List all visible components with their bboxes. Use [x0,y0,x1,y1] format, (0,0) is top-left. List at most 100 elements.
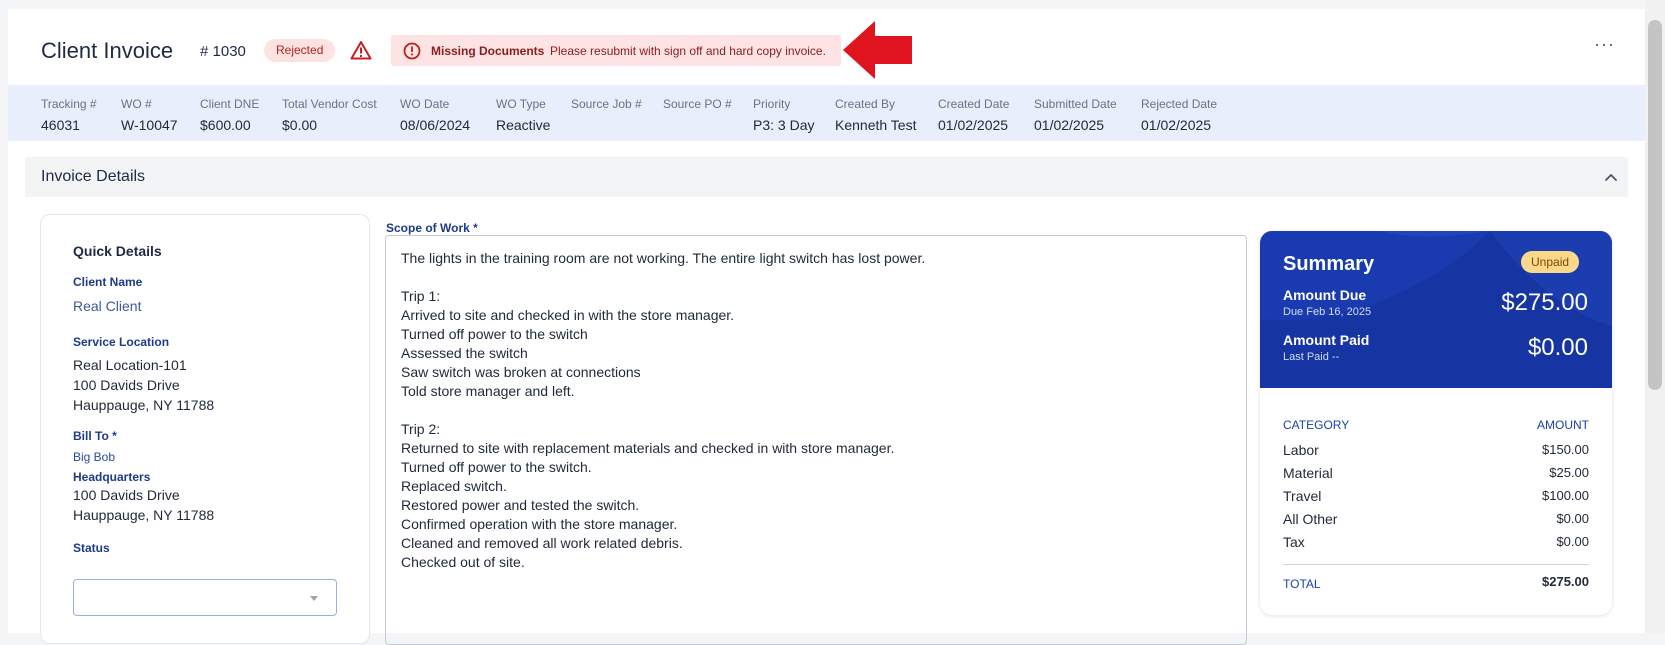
row-category: Travel [1283,488,1322,504]
summary-row: Travel $100.00 [1283,488,1589,504]
chevron-up-icon[interactable] [1603,169,1619,185]
bill-to-name-link[interactable]: Big Bob [73,450,115,464]
row-category: All Other [1283,511,1338,527]
quick-details-card: Quick Details Client Name Real Client Se… [40,214,370,644]
field-label: WO Date [400,97,450,111]
scope-line: Returned to site with replacement materi… [401,440,895,456]
service-location-label: Service Location [73,335,170,349]
page-title: Client Invoice [41,38,174,63]
scrollbar-thumb[interactable] [1648,20,1662,390]
caret-down-icon [310,596,318,601]
invoice-number: # 1030 [200,43,246,60]
scope-line: Turned off power to the switch. [401,459,592,475]
status-label: Status [73,541,110,555]
summary-card: Summary Unpaid Amount Due Due Feb 16, 20… [1260,231,1612,615]
field-value: $600.00 [200,117,251,133]
field-label: Source PO # [663,97,732,111]
amount-due-value: $275.00 [1501,289,1588,316]
service-location-line: Real Location-101 [73,357,187,373]
status-badge: Rejected [264,39,336,62]
field-label: Client DNE [200,97,260,111]
field-wo-type: WO Type Reactive [496,97,550,133]
scope-of-work-label: Scope of Work * [386,221,478,235]
row-category: Material [1283,465,1333,481]
amount-paid-label: Amount Paid [1283,332,1370,348]
due-date: Due Feb 16, 2025 [1283,306,1372,318]
row-amount: $100.00 [1542,488,1589,503]
field-label: Priority [753,97,791,111]
field-tracking: Tracking # 46031 [41,97,97,133]
field-label: WO # [121,97,152,111]
scope-line: Restored power and tested the switch. [401,497,640,513]
summary-header: Summary Unpaid Amount Due Due Feb 16, 20… [1260,231,1612,388]
field-created-by: Created By Kenneth Test [835,97,916,133]
scope-line: Saw switch was broken at connections [401,364,641,380]
client-name-link[interactable]: Real Client [73,298,141,314]
field-total-vendor-cost: Total Vendor Cost $0.00 [282,97,377,133]
field-priority: Priority P3: 3 Day [753,97,814,133]
field-label: Tracking # [41,97,97,111]
status-select[interactable] [73,579,337,616]
scope-line: Told store manager and left. [401,383,575,399]
category-header: CATEGORY [1283,418,1350,432]
field-value: Reactive [496,117,551,133]
summary-title: Summary [1283,253,1375,275]
summary-row: Material $25.00 [1283,465,1589,481]
amount-header: AMOUNT [1537,418,1589,432]
payment-status-badge: Unpaid [1521,251,1580,273]
scope-line: Confirmed operation with the store manag… [401,516,678,532]
amount-due-label: Amount Due [1283,287,1367,303]
field-source-po: Source PO # [663,97,732,117]
bill-to-address-line: 100 Davids Drive [73,487,180,503]
field-source-job: Source Job # [571,97,642,117]
scope-line: Turned off power to the switch [401,326,588,342]
quick-details-title: Quick Details [73,243,162,259]
row-category: Labor [1283,442,1319,458]
field-client-dne: Client DNE $600.00 [200,97,259,133]
invoice-header: Client Invoice # 1030 Rejected Missing D… [8,9,1645,85]
row-amount: $0.00 [1556,511,1589,526]
summary-row: Tax $0.00 [1283,534,1589,550]
invoice-page: Client Invoice # 1030 Rejected Missing D… [8,9,1645,645]
field-value: W-10047 [121,117,178,133]
scope-line: Cleaned and removed all work related deb… [401,535,683,551]
service-location-line: 100 Davids Drive [73,377,180,393]
row-amount: $0.00 [1556,534,1589,549]
field-label: Total Vendor Cost [282,97,377,111]
field-label: Submitted Date [1034,97,1117,111]
summary-row: Labor $150.00 [1283,442,1589,458]
field-wo-number: WO # W-10047 [121,97,178,133]
field-rejected-date: Rejected Date 01/02/2025 [1141,97,1217,133]
field-label: Created By [835,97,896,111]
row-category: Tax [1283,534,1305,550]
total-amount: $275.00 [1542,574,1589,589]
field-label: WO Type [496,97,546,111]
bill-to-label: Bill To * [73,429,117,443]
section-title: Invoice Details [41,168,146,185]
alert-title: Missing Documents [431,44,545,58]
warning-triangle-icon [350,41,372,60]
scope-line: Arrived to site and checked in with the … [401,307,735,323]
field-created-date: Created Date 01/02/2025 [938,97,1009,133]
field-submitted-date: Submitted Date 01/02/2025 [1034,97,1117,133]
left-arrow-icon [843,21,912,79]
last-paid: Last Paid -- [1283,351,1340,363]
field-value: 01/02/2025 [938,117,1009,133]
scope-line: Checked out of site. [401,554,525,570]
client-name-label: Client Name [73,275,143,289]
invoice-details-header[interactable]: Invoice Details [25,157,1628,197]
more-options-icon[interactable]: ··· [1594,35,1614,55]
alert-circle-icon [403,42,421,60]
scope-line: Trip 2: [401,421,441,437]
field-value: 46031 [41,117,80,133]
service-location-line: Hauppauge, NY 11788 [73,397,215,413]
total-label: TOTAL [1283,577,1321,591]
field-value: P3: 3 Day [753,117,815,133]
scope-of-work-textarea[interactable]: The lights in the training room are not … [385,235,1247,645]
field-wo-date: WO Date 08/06/2024 [400,97,470,133]
field-value: $0.00 [282,117,318,133]
alert-message: Please resubmit with sign off and hard c… [550,44,826,58]
field-value: 08/06/2024 [400,117,471,133]
scope-line: Assessed the switch [401,345,528,361]
scope-line: The lights in the training room are not … [401,250,926,266]
